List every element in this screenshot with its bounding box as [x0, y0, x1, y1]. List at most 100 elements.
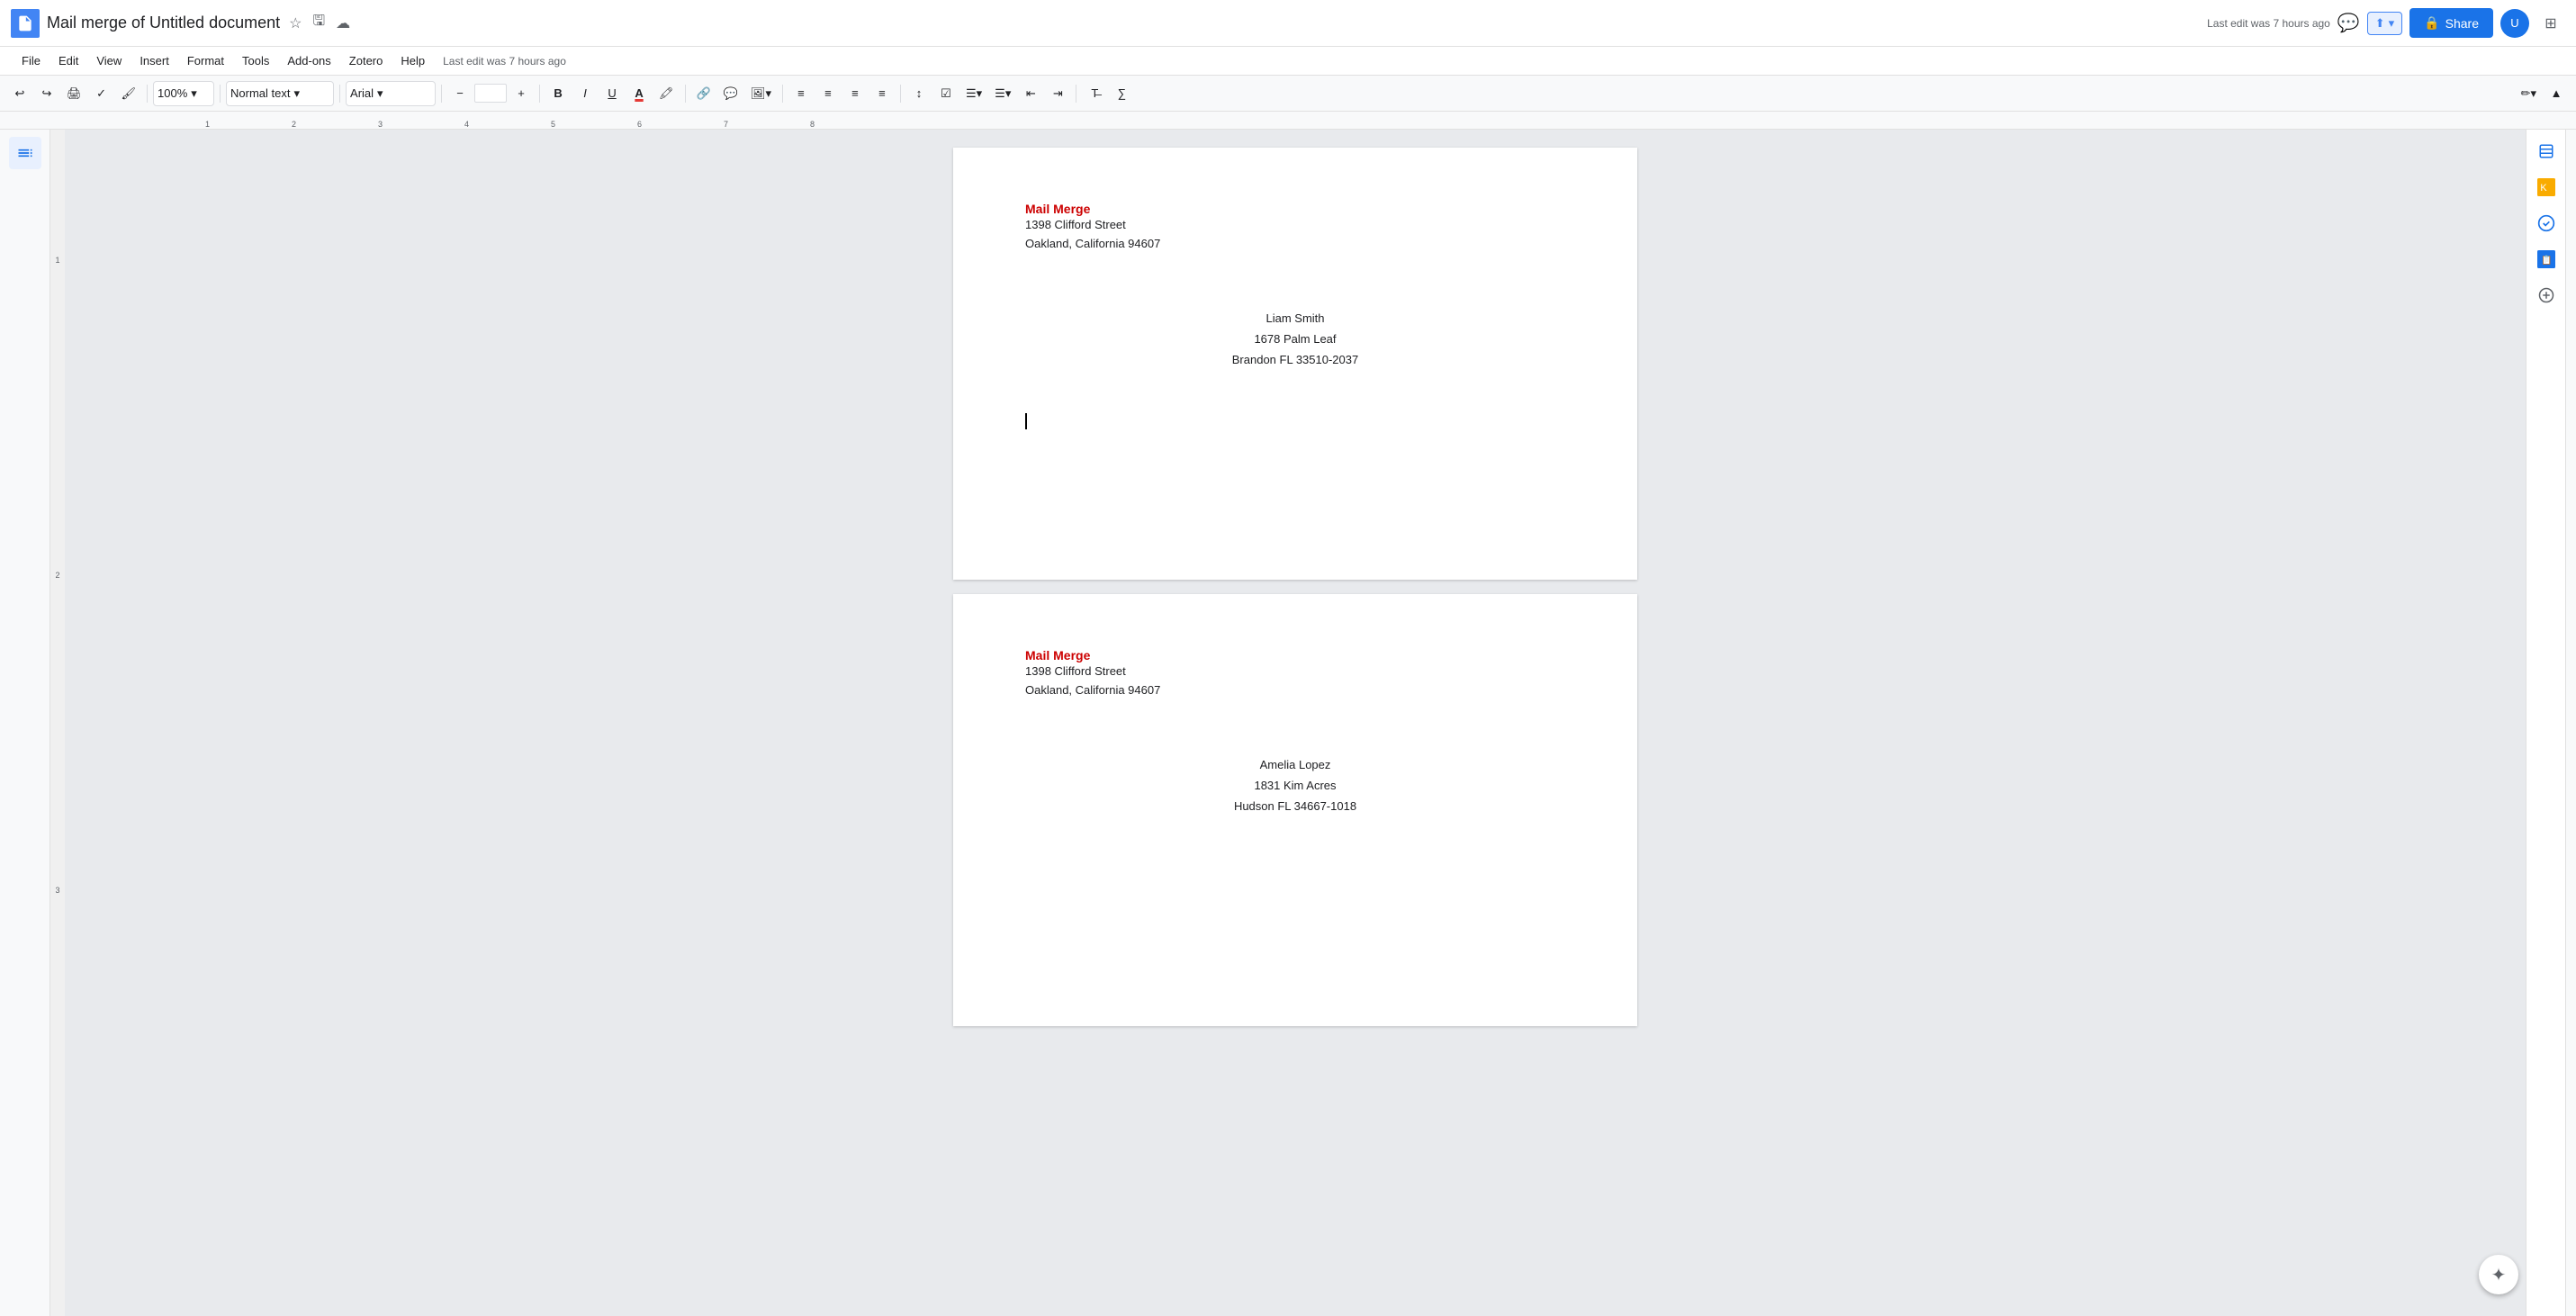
image-insert-button[interactable]: 🖼▾ [745, 81, 777, 106]
rs-settings-button[interactable] [2532, 137, 2561, 166]
menu-insert[interactable]: Insert [132, 50, 176, 71]
separator5 [539, 85, 540, 103]
menu-zotero[interactable]: Zotero [342, 50, 391, 71]
menu-addons[interactable]: Add-ons [280, 50, 338, 71]
right-toolbar: ✏▾ ▲ [2516, 81, 2569, 106]
chevron-down-icon: ▾ [765, 86, 771, 101]
menu-file[interactable]: File [14, 50, 48, 71]
link-button[interactable]: 🔗 [691, 81, 716, 106]
chevron-down-icon: ▾ [1005, 86, 1012, 101]
decrease-font-size-button[interactable]: − [447, 81, 473, 106]
left-sidebar [0, 130, 50, 1316]
apps-icon[interactable]: ⊞ [2536, 9, 2565, 38]
print-button[interactable]: 🖨 [61, 81, 87, 106]
doc-title[interactable]: Mail merge of Untitled document [47, 14, 280, 32]
share-button[interactable]: 🔒 Share [2409, 8, 2493, 38]
align-justify-button[interactable]: ≡ [869, 81, 895, 106]
sender-addr1-1: 1398 Clifford Street [1025, 216, 1565, 235]
page-number-2: 2 [55, 571, 59, 580]
separator7 [782, 85, 783, 103]
bullet-list-button[interactable]: ☰▾ [960, 81, 987, 106]
history-icon: ⬆ [2375, 16, 2385, 31]
doc-area[interactable]: Mail Merge 1398 Clifford Street Oakland,… [65, 130, 2526, 1316]
page-number-1: 1 [55, 256, 59, 265]
cloud-icon[interactable]: ☁ [334, 13, 352, 34]
text-color-button[interactable]: A [626, 81, 652, 106]
rs-tasks-button[interactable] [2532, 209, 2561, 238]
star-icon[interactable]: ☆ [287, 13, 303, 34]
separator6 [685, 85, 686, 103]
toolbar: ↩ ↪ 🖨 ✓ 🖌 100% ▾ Normal text ▾ Arial ▾ −… [0, 76, 2576, 112]
separator8 [900, 85, 901, 103]
bullet-list-icon: ☰ [966, 86, 977, 101]
chevron-down-icon: ▾ [191, 86, 197, 101]
recipient-addr1-2: 1831 Kim Acres [1025, 775, 1565, 796]
page-number-3: 3 [55, 886, 59, 895]
bold-button[interactable]: B [545, 81, 571, 106]
paint-format-button[interactable]: 🖌 [116, 81, 142, 106]
page-2: Mail Merge 1398 Clifford Street Oakland,… [953, 594, 1637, 1026]
chevron-down-icon: ▾ [377, 86, 383, 101]
menu-edit[interactable]: Edit [51, 50, 86, 71]
menu-format[interactable]: Format [180, 50, 231, 71]
plus-icon: ✦ [2491, 1264, 2507, 1286]
save-to-drive-icon[interactable]: 🖫 [311, 9, 327, 37]
font-size-input[interactable]: 11 [474, 84, 507, 103]
font-select[interactable]: Arial ▾ [346, 81, 436, 106]
recipient-name-1: Liam Smith [1025, 308, 1565, 329]
rs-add-button[interactable] [2532, 281, 2561, 310]
zoom-select[interactable]: 100% ▾ [153, 81, 214, 106]
equation-button[interactable]: ∑ [1109, 81, 1134, 106]
indent-decrease-button[interactable]: ⇤ [1018, 81, 1043, 106]
history-button[interactable]: ⬆ ▾ [2367, 12, 2402, 35]
sender-addr1-2: 1398 Clifford Street [1025, 663, 1565, 681]
align-center-button[interactable]: ≡ [815, 81, 841, 106]
underline-button[interactable]: U [599, 81, 625, 106]
doc-icon [11, 9, 40, 38]
separator2 [220, 85, 221, 103]
increase-font-size-button[interactable]: + [509, 81, 534, 106]
menu-help[interactable]: Help [393, 50, 432, 71]
line-spacing-button[interactable]: ↕ [906, 81, 932, 106]
menu-view[interactable]: View [89, 50, 129, 71]
ordered-list-icon: ☰ [995, 86, 1005, 101]
rs-contacts-button[interactable]: 📋 [2532, 245, 2561, 274]
recipient-block-1: Liam Smith 1678 Palm Leaf Brandon FL 335… [1025, 308, 1565, 371]
rs-keep-button[interactable]: K [2532, 173, 2561, 202]
indent-increase-button[interactable]: ⇥ [1045, 81, 1070, 106]
align-right-button[interactable]: ≡ [842, 81, 868, 106]
right-tools: 💬 ⬆ ▾ 🔒 Share U ⊞ [2337, 8, 2565, 38]
collapse-toolbar-button[interactable]: ▲ [2544, 81, 2569, 106]
comment-insert-button[interactable]: 💬 [718, 81, 743, 106]
highlight-button[interactable]: 🖍 [653, 81, 680, 106]
undo-button[interactable]: ↩ [7, 81, 32, 106]
scrollbar-area[interactable] [2565, 130, 2576, 1316]
outline-button[interactable] [9, 137, 41, 169]
checklist-button[interactable]: ☑ [933, 81, 959, 106]
comment-button[interactable]: 💬 [2337, 12, 2360, 34]
align-left-button[interactable]: ≡ [788, 81, 814, 106]
paragraph-style-select[interactable]: Normal text ▾ [226, 81, 334, 106]
recipient-name-2: Amelia Lopez [1025, 754, 1565, 775]
clear-format-button[interactable]: T̶ [1082, 81, 1107, 106]
edit-pen-button[interactable]: ✏▾ [2516, 81, 2542, 106]
last-edit-text: Last edit was 7 hours ago [443, 55, 566, 68]
sender-addr2-1: Oakland, California 94607 [1025, 235, 1565, 254]
recipient-addr1-1: 1678 Palm Leaf [1025, 329, 1565, 349]
bottom-fab-button[interactable]: ✦ [2479, 1255, 2518, 1294]
user-avatar[interactable]: U [2500, 9, 2529, 38]
recipient-addr2-2: Hudson FL 34667-1018 [1025, 796, 1565, 816]
italic-button[interactable]: I [572, 81, 598, 106]
cursor-1 [1025, 413, 1027, 429]
sender-block-1: Mail Merge 1398 Clifford Street Oakland,… [1025, 202, 1565, 254]
separator1 [147, 85, 148, 103]
separator4 [441, 85, 442, 103]
redo-button[interactable]: ↪ [34, 81, 59, 106]
menu-tools[interactable]: Tools [235, 50, 276, 71]
menubar: File Edit View Insert Format Tools Add-o… [0, 47, 2576, 76]
right-sidebar: K 📋 [2526, 130, 2565, 1316]
chevron-down-icon: ▾ [2530, 86, 2536, 101]
chevron-down-icon: ▾ [977, 86, 983, 101]
ordered-list-button[interactable]: ☰▾ [989, 81, 1016, 106]
spell-check-button[interactable]: ✓ [89, 81, 114, 106]
